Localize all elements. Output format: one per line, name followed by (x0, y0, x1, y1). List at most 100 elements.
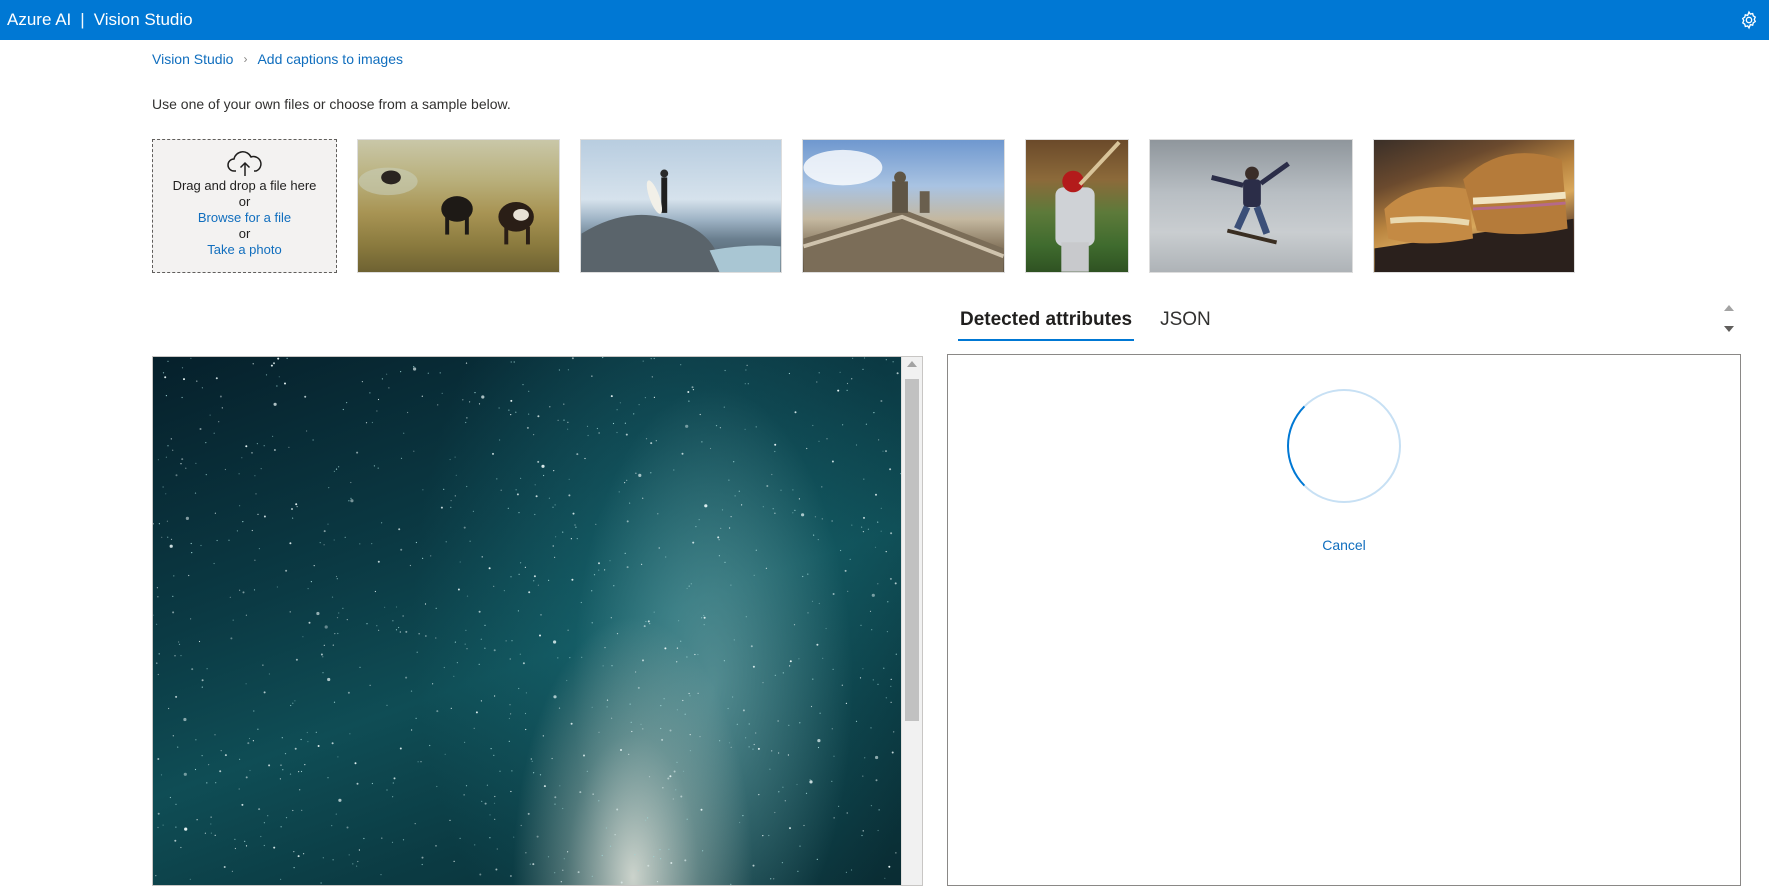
star (371, 782, 373, 785)
star (782, 786, 784, 788)
sample-image-building[interactable] (802, 139, 1005, 273)
brand-separator: | (80, 10, 85, 29)
gear-icon[interactable] (1739, 10, 1759, 30)
star (517, 610, 519, 612)
star (313, 565, 315, 567)
star (860, 624, 862, 626)
star (183, 772, 187, 776)
star (198, 640, 201, 643)
star (190, 357, 192, 359)
star (223, 866, 226, 868)
star (238, 788, 240, 790)
star (653, 396, 655, 398)
star (465, 362, 468, 364)
star (700, 808, 703, 811)
star (862, 775, 864, 777)
star (178, 641, 180, 643)
panel-scroll-arrows[interactable] (1720, 300, 1738, 340)
breadcrumb-add-captions[interactable]: Add captions to images (257, 51, 403, 67)
star (520, 562, 522, 564)
star (626, 479, 628, 481)
star (807, 612, 809, 614)
star (499, 770, 501, 772)
star (315, 731, 317, 733)
star (886, 631, 889, 633)
star (570, 722, 573, 725)
star (346, 826, 349, 829)
star (530, 758, 532, 760)
app-brand[interactable]: Azure AI | Vision Studio (0, 10, 193, 30)
image-vertical-scrollbar[interactable] (901, 357, 922, 885)
star (358, 849, 360, 851)
star (880, 530, 882, 532)
or-text: or (238, 194, 251, 209)
browse-file-link[interactable]: Browse for a file (153, 210, 336, 226)
star (874, 546, 877, 548)
sample-image-baseball[interactable] (1025, 139, 1129, 273)
breadcrumb-vision-studio[interactable]: Vision Studio (152, 51, 233, 67)
star (466, 417, 468, 419)
star (651, 376, 653, 378)
star (604, 569, 606, 571)
star (818, 602, 820, 605)
star (245, 845, 248, 847)
star (307, 588, 309, 590)
star (537, 460, 540, 463)
scroll-down-arrow-icon[interactable] (1724, 326, 1734, 332)
scroll-up-arrow-icon[interactable] (907, 361, 917, 367)
scroll-up-arrow-icon[interactable] (1724, 305, 1734, 311)
star (190, 618, 192, 620)
star (534, 484, 536, 486)
star (614, 834, 616, 836)
star (205, 442, 207, 444)
star (409, 564, 411, 567)
star (789, 827, 791, 830)
file-drop-zone[interactable]: Drag and drop a file here or Browse for … (152, 139, 337, 273)
star (638, 473, 642, 477)
star (289, 542, 292, 545)
star (386, 704, 388, 706)
sample-image-skateboarder[interactable] (1149, 139, 1353, 273)
star (526, 426, 529, 429)
star (863, 516, 865, 519)
star (845, 702, 848, 704)
sample-image-sandwich[interactable] (1373, 139, 1575, 273)
star (752, 665, 755, 668)
star (587, 434, 589, 437)
star (322, 656, 324, 658)
star (832, 668, 834, 670)
sample-image-surfer[interactable] (580, 139, 782, 273)
star (681, 452, 684, 455)
top-bar: Azure AI | Vision Studio (0, 0, 1769, 40)
star (249, 769, 251, 772)
star (703, 614, 705, 617)
star (218, 421, 220, 423)
star (403, 432, 405, 434)
star (657, 513, 659, 515)
star (572, 512, 575, 515)
star (191, 552, 193, 554)
star (400, 371, 402, 373)
tab-json[interactable]: JSON (1158, 305, 1213, 341)
star (416, 651, 418, 653)
star (263, 844, 265, 847)
tab-detected-attributes[interactable]: Detected attributes (958, 305, 1135, 341)
star (273, 846, 276, 849)
cancel-button[interactable]: Cancel (948, 537, 1740, 553)
star (678, 620, 680, 622)
star (752, 864, 755, 867)
star (567, 629, 569, 631)
star (875, 779, 878, 782)
sample-image-cows[interactable] (357, 139, 560, 273)
star (157, 459, 159, 461)
take-photo-link[interactable]: Take a photo (153, 242, 336, 258)
star (649, 623, 651, 625)
star (768, 834, 770, 837)
scrollbar-thumb[interactable] (905, 379, 919, 721)
star (292, 809, 294, 812)
star (520, 824, 522, 827)
star (624, 422, 626, 424)
star (846, 389, 848, 391)
star (540, 614, 542, 616)
star (508, 409, 510, 411)
